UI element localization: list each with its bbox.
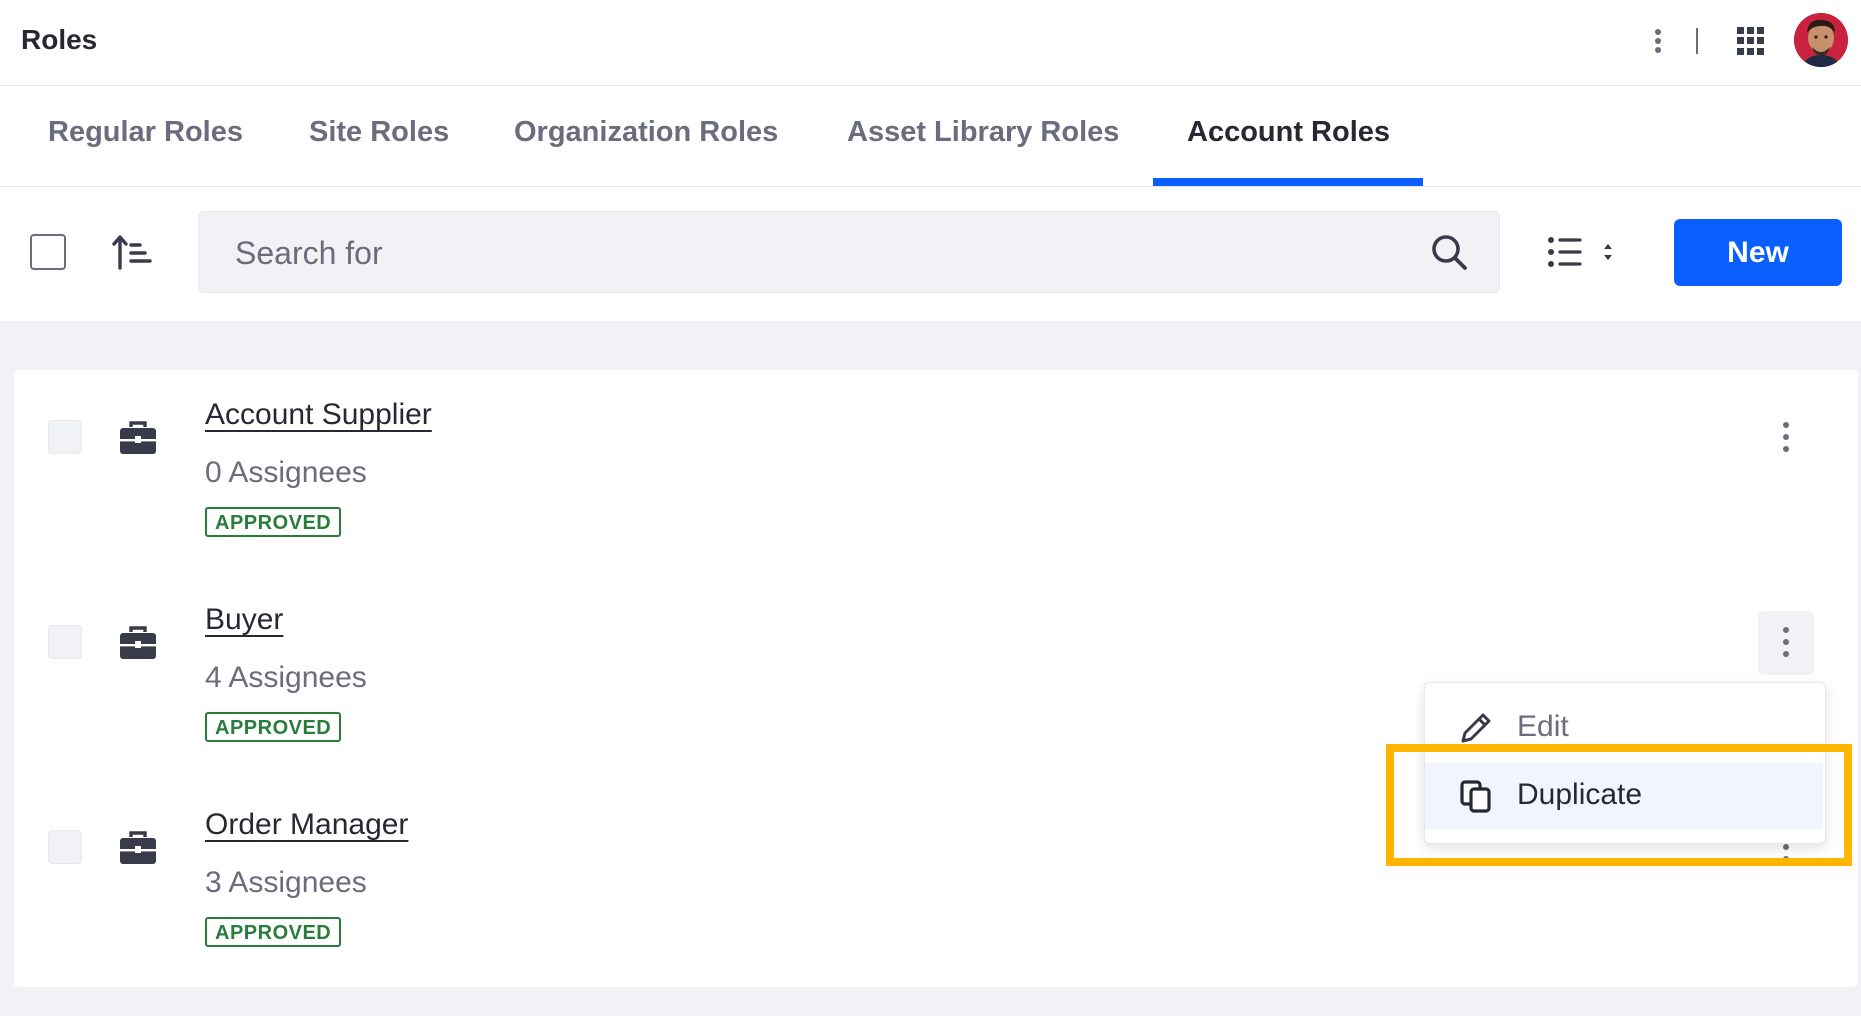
apps-grid-icon[interactable]	[1737, 27, 1765, 55]
menu-item-edit[interactable]: Edit	[1425, 695, 1823, 761]
avatar[interactable]	[1794, 13, 1848, 67]
row-actions-dropdown: Edit Duplicate	[1424, 682, 1826, 844]
briefcase-icon	[120, 626, 156, 659]
status-badge: APPROVED	[205, 712, 342, 742]
select-all-checkbox[interactable]	[30, 234, 66, 270]
copy-icon	[1460, 780, 1491, 813]
pencil-icon	[1461, 713, 1491, 743]
row-checkbox[interactable]	[48, 420, 82, 454]
top-bar: Roles	[0, 0, 1861, 86]
briefcase-icon	[120, 421, 156, 454]
tab-bar: Regular Roles Site Roles Organization Ro…	[0, 86, 1861, 187]
active-tab-indicator	[1153, 178, 1423, 186]
tab-account-roles[interactable]: Account Roles	[1187, 116, 1390, 149]
menu-item-label: Duplicate	[1517, 778, 1643, 811]
search-icon[interactable]	[1429, 232, 1469, 272]
page-title: Roles	[21, 24, 98, 55]
sort-order-icon[interactable]	[112, 232, 152, 272]
tab-asset-library-roles[interactable]: Asset Library Roles	[847, 116, 1119, 149]
list-view-icon[interactable]	[1547, 232, 1627, 272]
options-kebab-icon[interactable]	[1648, 26, 1668, 56]
assignees-count: 4 Assignees	[205, 661, 367, 694]
row-checkbox[interactable]	[48, 625, 82, 659]
role-name-link[interactable]: Account Supplier	[205, 398, 432, 432]
new-button[interactable]: New	[1674, 219, 1842, 286]
roles-list: Account Supplier 0 Assignees APPROVED Bu…	[14, 370, 1858, 987]
list-item: Account Supplier 0 Assignees APPROVED	[14, 370, 1858, 575]
role-name-link[interactable]: Buyer	[205, 603, 283, 637]
management-toolbar: New	[0, 187, 1861, 321]
row-actions-kebab-icon[interactable]	[1758, 406, 1814, 470]
role-name-link[interactable]: Order Manager	[205, 808, 408, 842]
status-badge: APPROVED	[205, 917, 342, 947]
assignees-count: 3 Assignees	[205, 866, 367, 899]
tab-regular-roles[interactable]: Regular Roles	[48, 116, 243, 149]
tab-organization-roles[interactable]: Organization Roles	[514, 116, 778, 149]
row-checkbox[interactable]	[48, 830, 82, 864]
search-bar	[198, 211, 1500, 293]
assignees-count: 0 Assignees	[205, 456, 367, 489]
divider	[1696, 28, 1698, 54]
tab-site-roles[interactable]: Site Roles	[309, 116, 449, 149]
row-actions-kebab-icon[interactable]	[1758, 611, 1814, 675]
menu-item-duplicate[interactable]: Duplicate	[1425, 763, 1823, 829]
menu-item-label: Edit	[1517, 710, 1569, 743]
search-input[interactable]	[233, 230, 1387, 276]
status-badge: APPROVED	[205, 507, 342, 537]
briefcase-icon	[120, 831, 156, 864]
